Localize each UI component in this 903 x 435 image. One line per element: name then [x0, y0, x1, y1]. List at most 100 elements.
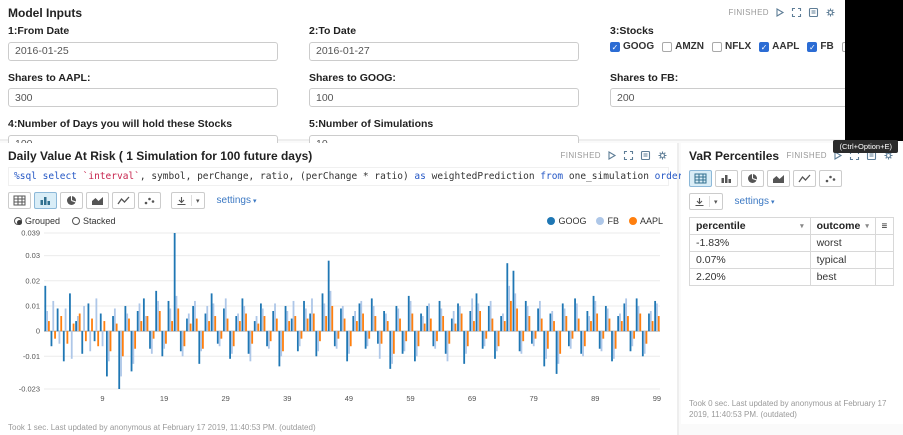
legend-label: FB — [607, 216, 619, 226]
shares-goog-label: Shares to GOOG: — [309, 71, 396, 84]
svg-text:0.01: 0.01 — [25, 301, 40, 310]
svg-text:69: 69 — [468, 394, 476, 403]
play-icon[interactable] — [606, 150, 618, 162]
legend-dot-icon — [596, 217, 605, 225]
editor-icon[interactable] — [808, 7, 820, 19]
svg-text:89: 89 — [591, 394, 599, 403]
svg-text:0.039: 0.039 — [21, 229, 40, 238]
table-row: 0.07% typical — [689, 251, 895, 269]
stock-label: GOOG — [623, 41, 655, 52]
bar-mode-radios: Grouped Stacked — [14, 216, 116, 226]
viz-table-button[interactable] — [689, 170, 712, 187]
svg-text:59: 59 — [406, 394, 414, 403]
stock-label: NFLX — [725, 41, 752, 52]
svg-text:99: 99 — [653, 394, 661, 403]
play-icon[interactable] — [774, 7, 786, 19]
download-button[interactable]: ▾ — [689, 193, 723, 210]
table-cell: best — [809, 268, 876, 286]
svg-text:0: 0 — [36, 327, 40, 336]
checkbox-checked-icon: ✓ — [610, 41, 620, 52]
legend-item-fb[interactable]: FB — [596, 216, 619, 226]
chart-legend: GOOG FB AAPL — [547, 216, 663, 226]
viz-area-chart-button[interactable] — [767, 170, 790, 187]
stock-label: FB — [820, 41, 834, 52]
sims-label: 5:Number of Simulations — [309, 118, 434, 130]
grouped-radio[interactable]: Grouped — [14, 216, 60, 226]
table-menu-icon[interactable]: ≡ — [874, 217, 895, 235]
settings-label: settings — [734, 196, 769, 207]
editor-icon[interactable] — [640, 150, 652, 162]
stock-checkbox-fb[interactable]: ✓ FB — [807, 41, 834, 52]
svg-text:39: 39 — [283, 394, 291, 403]
caret-down-icon: ▾ — [714, 198, 718, 206]
daily-var-paragraph: Daily Value At Risk ( 1 Simulation for 1… — [0, 143, 763, 435]
page-title: Model Inputs — [8, 5, 82, 20]
chart-title: Daily Value At Risk ( 1 Simulation for 1… — [8, 148, 313, 163]
checkbox-checked-icon: ✓ — [759, 41, 770, 52]
shortcut-tooltip: (Ctrl+Option+E) — [833, 140, 898, 153]
model-inputs-paragraph: Model Inputs FINISHED 1:From Date 2:To D… — [0, 0, 903, 154]
to-date-label: 2:To Date — [309, 25, 357, 37]
from-date-field: 1:From Date — [8, 25, 293, 61]
table-row: 2.20% best — [689, 268, 895, 286]
table-cell: typical — [809, 251, 876, 269]
viz-pie-chart-button[interactable] — [60, 192, 83, 209]
paragraph-footer: Took 0 sec. Last updated by anonymous at… — [689, 399, 887, 420]
viz-bar-chart-button[interactable] — [34, 192, 57, 209]
svg-text:79: 79 — [530, 394, 538, 403]
svg-text:-0.023: -0.023 — [19, 385, 40, 394]
fullscreen-icon[interactable] — [791, 7, 803, 19]
status-badge: FINISHED — [728, 8, 769, 17]
sort-caret-icon[interactable]: ▾ — [865, 222, 869, 230]
sort-caret-icon[interactable]: ▾ — [800, 222, 804, 230]
from-date-label: 1:From Date — [8, 25, 70, 37]
shares-aapl-field: Shares to AAPL: — [8, 72, 293, 107]
radio-selected-icon — [14, 217, 22, 225]
viz-scatter-chart-button[interactable] — [138, 192, 161, 209]
column-header-percentile[interactable]: percentile ▾ — [689, 217, 811, 235]
viz-table-button[interactable] — [8, 192, 31, 209]
svg-text:-0.01: -0.01 — [23, 352, 40, 361]
table-row: -1.83% worst — [689, 234, 895, 252]
column-header-outcome[interactable]: outcome ▾ — [809, 217, 876, 235]
checkbox-checked-icon: ✓ — [807, 41, 818, 52]
caret-down-icon: ▾ — [196, 197, 200, 205]
percentiles-table: percentile ▾ outcome ▾ ≡ -1.83% worst 0.07% typi… — [689, 217, 895, 286]
sql-code-editor[interactable]: %sql select `interval`, symbol, perChang… — [8, 167, 763, 186]
gear-icon[interactable] — [825, 7, 837, 19]
stock-checkbox-goog[interactable]: ✓ GOOG — [610, 41, 654, 52]
fullscreen-icon[interactable] — [623, 150, 635, 162]
radio-icon — [72, 217, 81, 225]
gear-icon[interactable] — [657, 150, 669, 162]
table-cell: 2.20% — [689, 268, 811, 286]
table-title: VaR Percentiles — [689, 148, 780, 163]
viz-scatter-chart-button[interactable] — [819, 170, 842, 187]
legend-label: AAPL — [639, 216, 663, 226]
to-date-input[interactable] — [309, 41, 579, 61]
table-cell: -1.83% — [689, 234, 811, 252]
legend-item-goog[interactable]: GOOG — [547, 216, 586, 226]
settings-dropdown[interactable]: settings ▾ — [217, 195, 257, 206]
viz-line-chart-button[interactable] — [793, 170, 816, 187]
divider — [709, 196, 710, 207]
stock-checkbox-amzn[interactable]: AMZN — [662, 41, 704, 52]
viz-area-chart-button[interactable] — [86, 192, 109, 209]
legend-item-aapl[interactable]: AAPL — [628, 216, 663, 226]
stock-checkbox-aapl[interactable]: ✓ AAPL — [759, 41, 799, 52]
from-date-input[interactable] — [8, 41, 278, 61]
viz-line-chart-button[interactable] — [112, 192, 135, 209]
svg-text:0.02: 0.02 — [25, 276, 40, 285]
stock-checkbox-nflx[interactable]: NFLX — [712, 41, 751, 52]
download-button[interactable]: ▾ — [171, 192, 205, 209]
checkbox-icon — [662, 41, 673, 52]
viz-pie-chart-button[interactable] — [741, 170, 764, 187]
shares-fb-input[interactable] — [610, 88, 880, 107]
days-label: 4:Number of Days you will hold these Sto… — [8, 118, 233, 130]
to-date-field: 2:To Date — [309, 25, 594, 61]
stock-label: AAPL — [772, 41, 800, 52]
shares-goog-input[interactable] — [309, 88, 579, 107]
shares-aapl-input[interactable] — [8, 88, 278, 107]
viz-bar-chart-button[interactable] — [715, 170, 738, 187]
settings-dropdown[interactable]: settings ▾ — [735, 196, 775, 207]
stacked-radio[interactable]: Stacked — [72, 216, 116, 226]
